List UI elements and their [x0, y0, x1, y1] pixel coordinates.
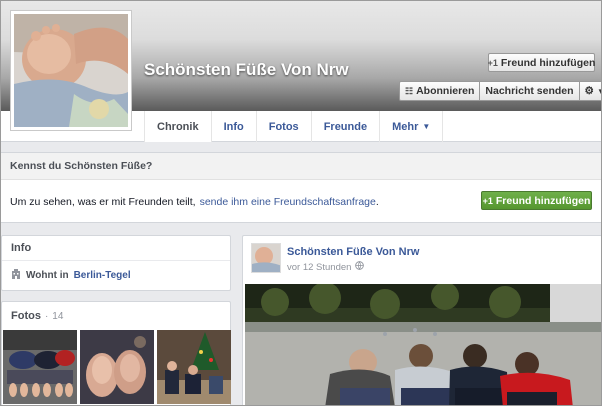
- tab-label: Fotos: [268, 120, 299, 133]
- photos-box-title[interactable]: Fotos: [11, 310, 41, 322]
- tab-label: Chronik: [157, 120, 199, 133]
- subscribe-button[interactable]: ☷ Abonnieren: [399, 81, 481, 101]
- friend-suggestion-box: Kennst du Schönsten Füße? Um zu sehen, w…: [1, 152, 601, 223]
- photos-box: Fotos · 14: [1, 301, 231, 405]
- info-box-title[interactable]: Info: [2, 236, 230, 261]
- friend-request-link[interactable]: sende ihm eine Freundschaftsanfrage: [200, 196, 376, 208]
- post-author-name[interactable]: Schönsten Füße Von Nrw: [287, 246, 419, 258]
- friend-suggestion-suffix: .: [375, 195, 379, 208]
- lives-in-label: Wohnt in: [26, 270, 69, 281]
- photos-count: 14: [52, 310, 64, 322]
- action-button-group: ☷ Abonnieren Nachricht senden ⚙ ▼: [399, 81, 601, 101]
- location-link[interactable]: Berlin-Tegel: [74, 270, 131, 281]
- tab-fotos[interactable]: Fotos: [257, 111, 312, 142]
- tab-info[interactable]: Info: [212, 111, 257, 142]
- add-friend-icon: +1: [487, 57, 498, 68]
- photo-thumbnail[interactable]: [80, 330, 154, 404]
- post-timestamp[interactable]: vor 12 Stunden: [287, 262, 351, 273]
- profile-photo-image: [14, 14, 128, 127]
- rss-icon: ☷: [405, 85, 414, 96]
- add-friend-green-button[interactable]: +1 Freund hinzufügen: [481, 191, 592, 210]
- friend-suggestion-text: Um zu sehen, was er mit Freunden teilt,: [10, 195, 196, 208]
- photos-separator: ·: [44, 310, 49, 322]
- post-meta: vor 12 Stunden: [287, 261, 365, 273]
- profile-picture[interactable]: [10, 10, 132, 131]
- tab-freunde[interactable]: Freunde: [312, 111, 381, 142]
- friend-suggestion-title: Kennst du Schönsten Füße?: [1, 153, 601, 180]
- tab-label: Freunde: [323, 120, 368, 133]
- tab-label: Info: [223, 120, 244, 133]
- tab-label: Mehr: [392, 120, 419, 133]
- photos-box-header: Fotos · 14: [2, 302, 230, 330]
- globe-icon: [355, 261, 365, 273]
- send-message-button[interactable]: Nachricht senden: [480, 81, 580, 101]
- settings-dropdown-button[interactable]: ⚙ ▼: [579, 81, 601, 101]
- facebook-page: Schönsten Füße Von Nrw +1 Freund hinzufü…: [0, 0, 602, 406]
- add-friend-button[interactable]: +1 Freund hinzufügen: [488, 53, 595, 72]
- tab-mehr[interactable]: Mehr ▼: [380, 111, 444, 142]
- page-title: Schönsten Füße Von Nrw: [144, 60, 349, 79]
- building-icon: [11, 269, 21, 282]
- gear-icon: ⚙: [584, 85, 594, 97]
- post-photo[interactable]: [245, 284, 601, 405]
- post-author-avatar[interactable]: [251, 243, 281, 273]
- timeline-post: Schönsten Füße Von Nrw vor 12 Stunden: [242, 235, 601, 405]
- add-friend-green-label: Freund hinzufügen: [495, 194, 591, 207]
- chevron-down-icon: ▼: [422, 122, 431, 131]
- photo-thumbnail[interactable]: [3, 330, 77, 404]
- subscribe-label: Abonnieren: [416, 85, 475, 97]
- chevron-down-icon: ▼: [597, 87, 601, 96]
- send-message-label: Nachricht senden: [485, 85, 574, 97]
- add-friend-label: Freund hinzufügen: [500, 56, 596, 69]
- info-lives-row: Wohnt in Berlin-Tegel: [2, 261, 230, 290]
- photo-thumbnail[interactable]: [157, 330, 231, 404]
- add-friend-icon: +1: [482, 195, 493, 206]
- tab-chronik[interactable]: Chronik: [145, 111, 212, 142]
- info-box: Info Wohnt in Berlin-Tegel: [1, 235, 231, 291]
